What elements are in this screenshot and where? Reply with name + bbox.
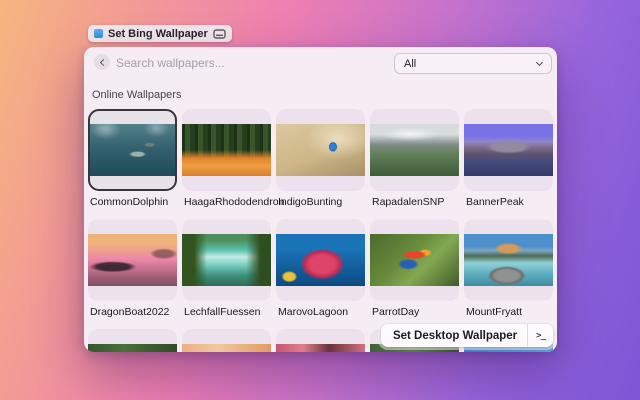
wallpaper-thumbnail xyxy=(88,234,177,286)
menubar-app-title: Set Bing Wallpaper xyxy=(108,28,208,40)
wallpaper-thumbnail xyxy=(464,234,553,286)
toolbar: All xyxy=(84,47,557,79)
filter-dropdown[interactable]: All xyxy=(394,53,552,74)
wallpaper-tile-haagarhododendron[interactable]: HaagaRhododendron xyxy=(182,109,271,209)
wallpaper-tile-commondolphin[interactable]: CommonDolphin xyxy=(88,109,177,209)
filter-value: All xyxy=(404,58,416,70)
wallpaper-name: ParrotDay xyxy=(372,306,459,318)
back-button[interactable] xyxy=(94,54,110,70)
app-icon xyxy=(94,29,103,38)
wallpaper-tile-mountfryatt[interactable]: MountFryatt xyxy=(464,219,553,319)
set-desktop-wallpaper-label: Set Desktop Wallpaper xyxy=(381,330,527,342)
wallpaper-thumbnail xyxy=(88,344,177,352)
wallpaper-thumbnail xyxy=(182,124,271,176)
wallpaper-name: LechfallFuessen xyxy=(184,306,271,318)
menubar-tray-icon xyxy=(213,29,226,39)
menubar-app-chip[interactable]: Set Bing Wallpaper xyxy=(88,25,232,42)
wallpaper-name: MarovoLagoon xyxy=(278,306,365,318)
wallpaper-thumbnail xyxy=(276,344,365,352)
wallpaper-tile-rapadalensnp[interactable]: RapadalenSNP xyxy=(370,109,459,209)
chevron-down-icon xyxy=(536,58,543,65)
wallpaper-thumbnail xyxy=(276,124,365,176)
wallpaper-thumbnail xyxy=(182,234,271,286)
wallpaper-tile-indigobunting[interactable]: IndigoBunting xyxy=(276,109,365,209)
wallpaper-thumbnail xyxy=(370,124,459,176)
wallpaper-tile-partial[interactable] xyxy=(182,329,271,352)
wallpaper-name: DragonBoat2022 xyxy=(90,306,177,318)
wallpaper-name: HaagaRhododendron xyxy=(184,196,271,208)
wallpaper-grid: CommonDolphin HaagaRhododendron IndigoBu… xyxy=(84,109,557,352)
wallpaper-name: BannerPeak xyxy=(466,196,553,208)
terminal-prompt-icon: >_ xyxy=(527,324,553,347)
wallpaper-name: CommonDolphin xyxy=(90,196,177,208)
wallpaper-name: RapadalenSNP xyxy=(372,196,459,208)
wallpaper-tile-bannerpeak[interactable]: BannerPeak xyxy=(464,109,553,209)
wallpaper-thumbnail xyxy=(182,344,271,352)
search-input[interactable] xyxy=(116,54,346,72)
wallpaper-tile-partial[interactable] xyxy=(276,329,365,352)
wallpaper-tile-lechfallfuessen[interactable]: LechfallFuessen xyxy=(182,219,271,319)
chevron-left-icon xyxy=(99,58,106,65)
wallpaper-name: MountFryatt xyxy=(466,306,553,318)
wallpaper-picker-window: All Online Wallpapers CommonDolphin Haag… xyxy=(84,47,557,352)
set-desktop-wallpaper-button[interactable]: Set Desktop Wallpaper >_ xyxy=(381,324,553,347)
wallpaper-thumbnail xyxy=(370,234,459,286)
wallpaper-tile-partial[interactable] xyxy=(88,329,177,352)
wallpaper-name: IndigoBunting xyxy=(278,196,365,208)
wallpaper-tile-dragonboat2022[interactable]: DragonBoat2022 xyxy=(88,219,177,319)
wallpaper-thumbnail xyxy=(276,234,365,286)
wallpaper-thumbnail xyxy=(90,124,175,176)
desktop-background: Set Bing Wallpaper All Online Wallpapers… xyxy=(0,0,640,400)
wallpaper-tile-marovolagoon[interactable]: MarovoLagoon xyxy=(276,219,365,319)
wallpaper-tile-parrotday[interactable]: ParrotDay xyxy=(370,219,459,319)
section-title: Online Wallpapers xyxy=(92,89,557,101)
wallpaper-thumbnail xyxy=(464,124,553,176)
